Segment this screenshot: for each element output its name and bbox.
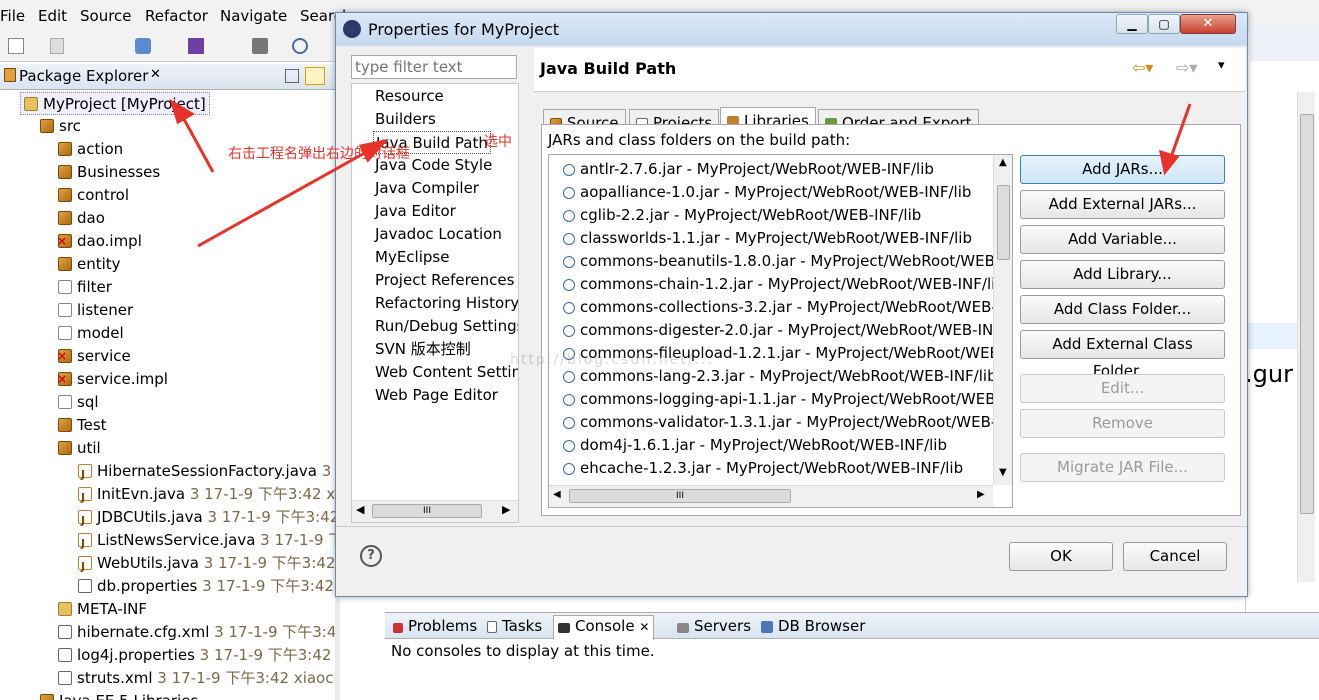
annotation-select: 选中 xyxy=(484,134,512,150)
annotation-arrows xyxy=(169,98,1192,248)
annotation-right-click: 右击工程名弹出右边的对话框 xyxy=(228,146,410,162)
